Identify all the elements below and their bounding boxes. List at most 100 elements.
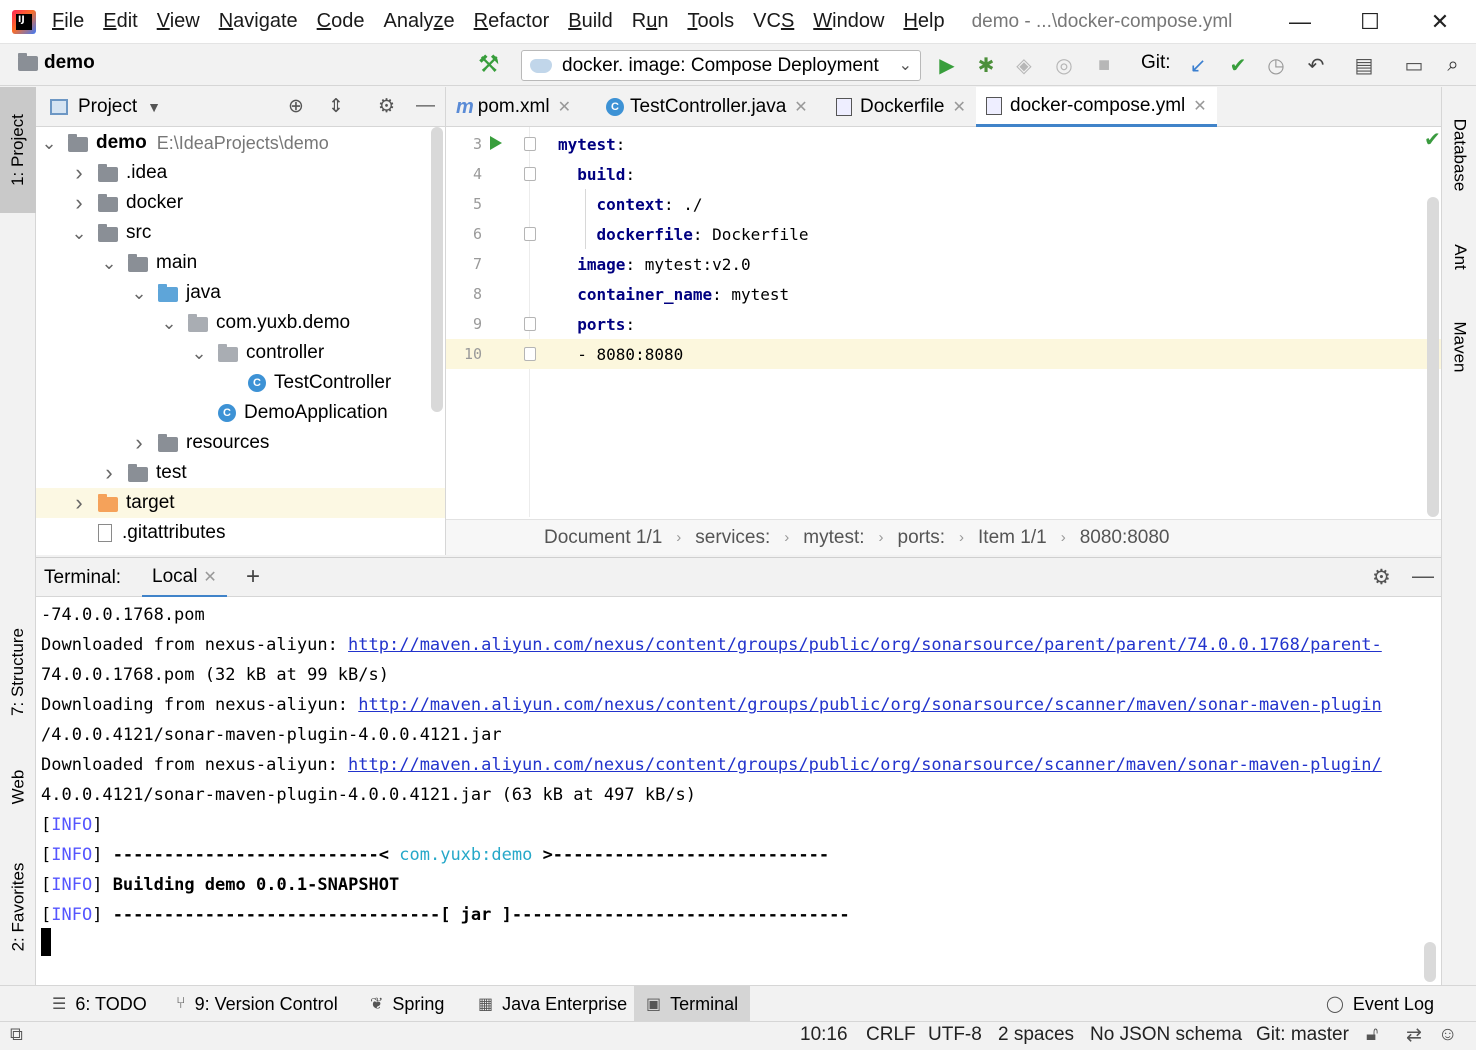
chevron-right-icon[interactable]: › — [68, 160, 90, 186]
chevron-right-icon[interactable]: › — [98, 460, 120, 486]
chevron-down-icon[interactable]: ⌄ — [38, 133, 60, 154]
menu-help[interactable]: Help — [903, 10, 944, 33]
fold-marker-icon[interactable] — [524, 347, 536, 361]
tree-item[interactable]: › target — [36, 488, 445, 518]
tool-window-tab[interactable]: ❦ Spring — [358, 986, 456, 1022]
chevron-down-icon[interactable]: ⌄ — [128, 283, 150, 304]
editor-tab[interactable]: m pom.xml ✕ — [446, 87, 581, 127]
code-line[interactable]: 8 container_name: mytest — [446, 279, 1441, 309]
run-configuration-selector[interactable]: docker. image: Compose Deployment ⌄ — [521, 50, 921, 81]
menu-code[interactable]: Code — [317, 10, 365, 33]
tree-item[interactable]: ⌄ main — [36, 248, 445, 278]
git-history-icon[interactable]: ◷ — [1262, 51, 1290, 79]
lock-icon[interactable]: 🔓︎ — [1366, 1024, 1378, 1046]
terminal-link[interactable]: http://maven.aliyun.com/nexus/content/gr… — [348, 755, 1382, 775]
breadcrumb-item[interactable]: services: — [695, 527, 770, 549]
status-caret-position[interactable]: 10:16 — [800, 1024, 848, 1046]
debug-bug-icon[interactable]: ✱ — [972, 51, 1000, 79]
status-git-branch[interactable]: Git: master — [1256, 1024, 1349, 1046]
stop-icon[interactable]: ■ — [1090, 51, 1118, 79]
tree-item[interactable]: ⌄ java — [36, 278, 445, 308]
run-icon[interactable]: ▶ — [933, 51, 961, 79]
code-line[interactable]: 3 mytest: — [446, 129, 1441, 159]
menu-build[interactable]: Build — [568, 10, 612, 33]
status-encoding[interactable]: UTF-8 — [928, 1024, 982, 1046]
tree-item[interactable]: › resources — [36, 428, 445, 458]
menu-run[interactable]: Run — [632, 10, 669, 33]
code-line[interactable]: 4 build: — [446, 159, 1441, 189]
tool-window-tab[interactable]: ▦ Java Enterprise — [466, 986, 639, 1022]
menu-file[interactable]: File — [52, 10, 84, 33]
presentation-icon[interactable]: ▭ — [1400, 51, 1428, 79]
maximize-button[interactable]: ☐ — [1335, 0, 1405, 44]
status-line-separator[interactable]: CRLF — [866, 1024, 916, 1046]
chevron-right-icon[interactable]: › — [68, 490, 90, 516]
chevron-down-icon[interactable]: ⌄ — [188, 343, 210, 364]
menu-edit[interactable]: Edit — [103, 10, 137, 33]
build-hammer-icon[interactable]: ⚒ — [478, 50, 500, 79]
tree-item[interactable]: C TestController — [36, 368, 445, 398]
breadcrumb-item[interactable]: 8080:8080 — [1080, 527, 1170, 549]
chevron-down-icon[interactable]: ⌄ — [68, 223, 90, 244]
status-json-schema[interactable]: No JSON schema — [1090, 1024, 1242, 1046]
project-structure-icon[interactable]: ▤ — [1350, 51, 1378, 79]
search-icon[interactable]: ⌕ — [1439, 51, 1467, 79]
code-line[interactable]: 10 - 8080:8080 — [446, 339, 1441, 369]
toggle-tool-windows-icon[interactable]: ⧉ — [10, 1024, 23, 1045]
minimize-button[interactable]: — — [1265, 0, 1335, 44]
code-line[interactable]: 6 dockerfile: Dockerfile — [446, 219, 1441, 249]
project-breadcrumb[interactable]: demo — [18, 52, 95, 74]
code-line[interactable]: 9 ports: — [446, 309, 1441, 339]
tool-tab-structure[interactable]: 7: Structure — [0, 607, 36, 737]
project-scrollbar[interactable] — [431, 127, 443, 412]
locate-file-icon[interactable]: ⊕ — [288, 95, 304, 118]
chevron-right-icon[interactable]: › — [128, 430, 150, 456]
menu-navigate[interactable]: Navigate — [219, 10, 298, 33]
git-update-icon[interactable]: ↙ — [1184, 51, 1212, 79]
project-view-selector[interactable]: Project ▼ — [50, 96, 161, 118]
profile-icon[interactable]: ◎ — [1050, 51, 1078, 79]
gear-icon[interactable]: ⚙ — [1372, 565, 1391, 590]
tree-item[interactable]: ⌄ controller — [36, 338, 445, 368]
terminal-link[interactable]: http://maven.aliyun.com/nexus/content/gr… — [358, 695, 1382, 715]
editor-scrollbar[interactable] — [1427, 197, 1439, 517]
inspector-icon[interactable]: ☺ — [1438, 1024, 1457, 1046]
terminal-scrollbar[interactable] — [1424, 942, 1436, 982]
tool-tab-database[interactable]: Database — [1442, 97, 1476, 212]
breadcrumb-item[interactable]: mytest: — [803, 527, 864, 549]
menu-tools[interactable]: Tools — [687, 10, 734, 33]
close-icon[interactable]: ✕ — [558, 97, 571, 117]
event-log-button[interactable]: ◯ Event Log — [1314, 986, 1446, 1022]
terminal-output[interactable]: -74.0.0.1768.pom Downloaded from nexus-al… — [36, 597, 1441, 985]
tool-window-tab[interactable]: ☰ 6: TODO — [40, 986, 159, 1022]
run-service-icon[interactable] — [490, 136, 502, 150]
menu-analyze[interactable]: Analyze — [383, 10, 454, 33]
tree-item[interactable]: ⌄ src — [36, 218, 445, 248]
tree-item[interactable]: .gitattributes — [36, 518, 445, 548]
tool-tab-project[interactable]: 1: Project — [0, 87, 36, 213]
menu-view[interactable]: View — [157, 10, 200, 33]
breadcrumb-item[interactable]: ports: — [898, 527, 946, 549]
code-line[interactable]: 5 context: ./ — [446, 189, 1441, 219]
tree-item[interactable]: › test — [36, 458, 445, 488]
tool-window-tab[interactable]: ⑂ 9: Version Control — [164, 986, 350, 1022]
close-icon[interactable]: ✕ — [203, 567, 216, 587]
status-indent[interactable]: 2 spaces — [998, 1024, 1074, 1046]
chevron-right-icon[interactable]: › — [68, 190, 90, 216]
fold-marker-icon[interactable] — [524, 167, 536, 181]
close-icon[interactable]: ✕ — [794, 97, 807, 117]
run-with-coverage-icon[interactable]: ◈ — [1010, 51, 1038, 79]
breadcrumb-item[interactable]: Item 1/1 — [978, 527, 1047, 549]
menu-window[interactable]: Window — [813, 10, 884, 33]
close-window-button[interactable]: ✕ — [1405, 0, 1475, 44]
gear-icon[interactable]: ⚙ — [378, 95, 395, 118]
menu-refactor[interactable]: Refactor — [474, 10, 550, 33]
tool-tab-web[interactable]: Web — [0, 752, 36, 822]
hide-panel-icon[interactable]: — — [416, 95, 435, 117]
fold-marker-icon[interactable] — [524, 227, 536, 241]
new-terminal-plus-icon[interactable]: + — [246, 563, 260, 591]
terminal-tab-local[interactable]: Local ✕ — [142, 558, 227, 598]
tool-tab-maven[interactable]: Maven — [1442, 307, 1476, 387]
tool-tab-favorites[interactable]: 2: Favorites — [0, 842, 36, 972]
rollback-icon[interactable]: ↶ — [1302, 51, 1330, 79]
